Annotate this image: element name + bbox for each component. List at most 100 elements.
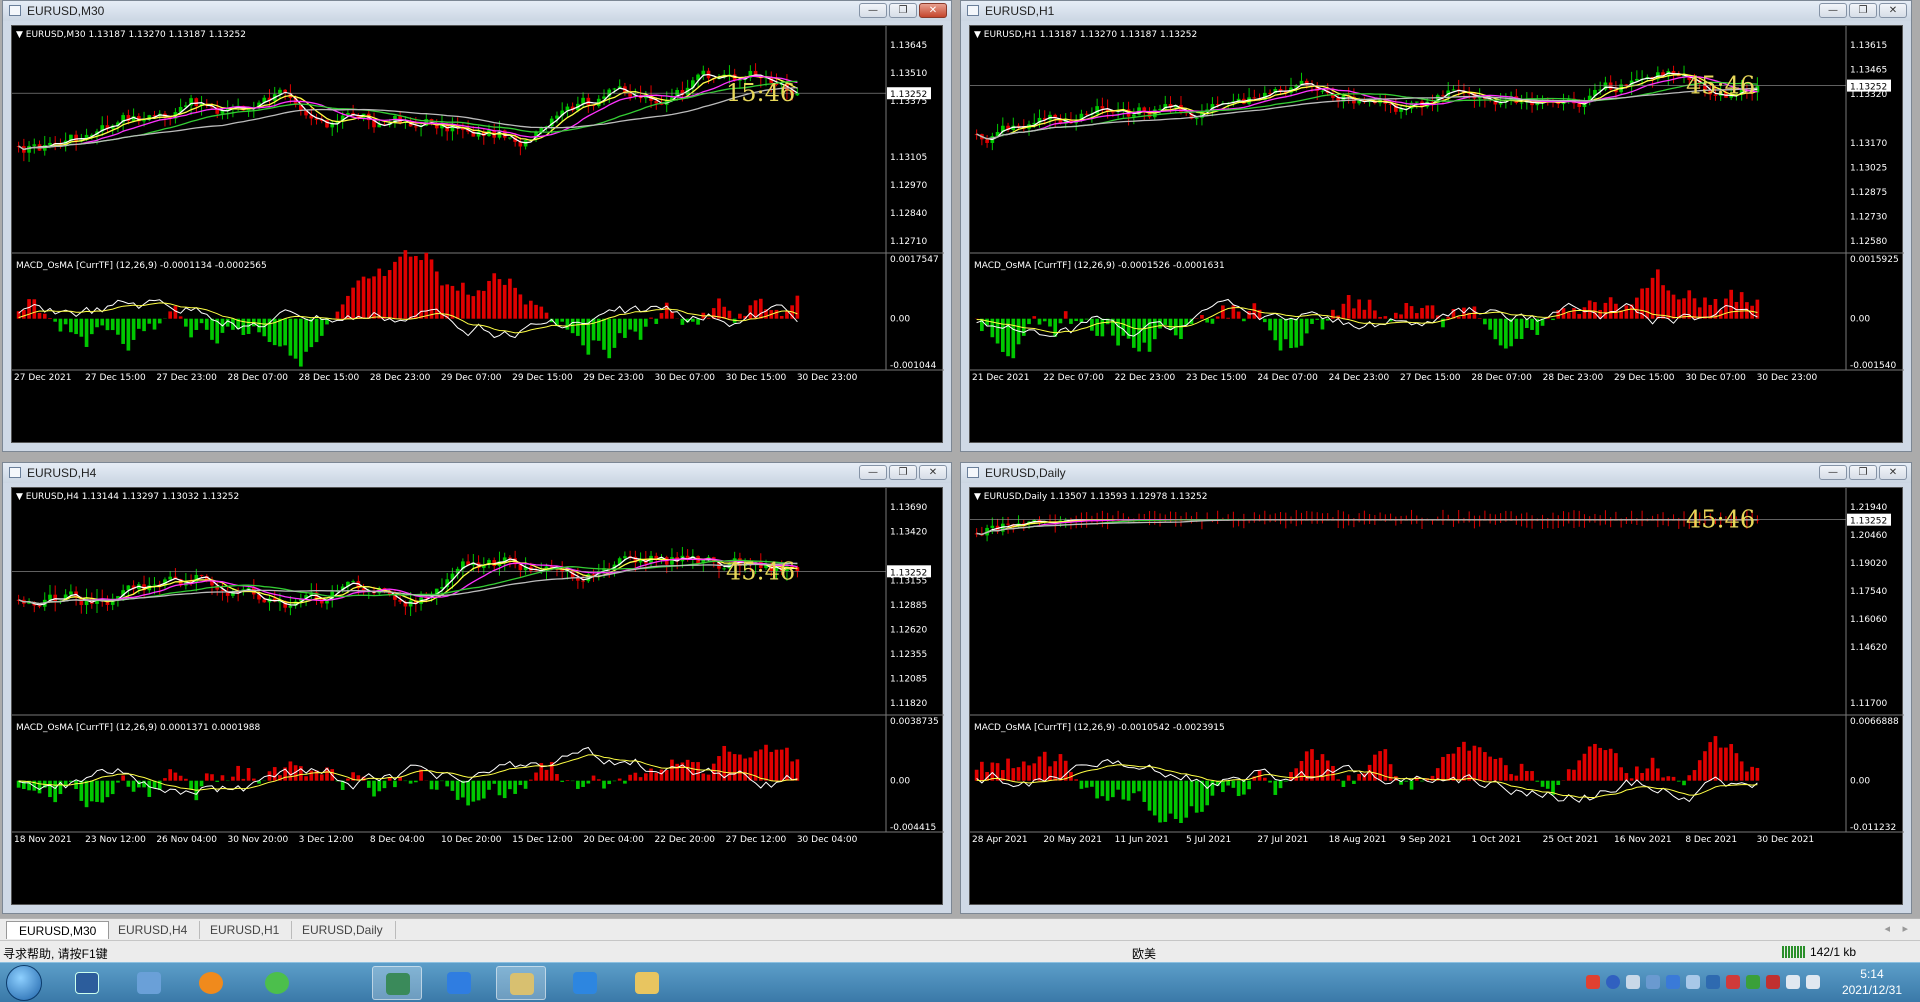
macd-histogram-bar [513,287,517,319]
close-button[interactable]: ✕ [919,465,947,480]
restore-button[interactable]: ❐ [889,465,917,480]
candle-body [623,556,627,559]
macd-histogram-bar [105,318,110,331]
macd-histogram-bar [168,769,173,781]
candle-body [1635,78,1639,81]
macd-histogram-bar [142,318,146,332]
taskbar-feishu-icon[interactable] [434,966,484,1000]
taskbar-security-icon[interactable] [560,966,610,1000]
time-axis-label: 30 Dec 2021 [1757,835,1815,845]
minimize-button[interactable]: — [859,3,887,18]
macd-histogram-bar [1069,318,1073,324]
tray-update-icon[interactable] [1746,975,1760,989]
chart-area[interactable]: ▼ EURUSD,M30 1.13187 1.13270 1.13187 1.1… [11,25,944,443]
macd-histogram-bar [1619,767,1623,781]
macd-histogram-bar [199,780,204,787]
price-tick-label: 1.12620 [890,626,927,636]
minimize-button[interactable]: — [859,465,887,480]
macd-histogram-bar [1750,766,1754,781]
chart-window-h1[interactable]: EURUSD,H1 — ❐ ✕ ▼ EURUSD,H1 1.13187 1.13… [960,0,1912,452]
taskbar-explorer-icon[interactable] [622,966,672,1000]
restore-button[interactable]: ❐ [889,3,917,18]
minimize-button[interactable]: — [1819,465,1847,480]
taskbar-clock[interactable]: 5:14 2021/12/31 [1842,966,1902,998]
macd-histogram-bar [455,780,460,800]
tab-scroll-left-icon[interactable]: ◂ [1884,922,1890,935]
tray-signal-icon[interactable] [1806,975,1820,989]
price-tick-label: 1.17540 [1850,587,1887,597]
time-axis-label: 22 Dec 23:00 [1115,373,1176,383]
price-tick-label: 1.13615 [1850,41,1887,51]
minimize-button[interactable]: — [1819,3,1847,18]
macd-histogram-bar [1734,753,1739,781]
tab-eurusd-daily[interactable]: EURUSD,Daily [290,921,396,939]
close-button[interactable]: ✕ [1879,465,1907,480]
macd-histogram-bar [1640,772,1644,781]
tab-eurusd-h1[interactable]: EURUSD,H1 [198,921,293,939]
window-titlebar[interactable]: EURUSD,Daily — ❐ ✕ [961,463,1911,483]
taskbar-desktop-icon[interactable] [62,966,112,1000]
close-button[interactable]: ✕ [1879,3,1907,18]
indicator-tick-label: 0.0017547 [890,255,939,265]
chart-window-h4[interactable]: EURUSD,H4 — ❐ ✕ ▼ EURUSD,H4 1.13144 1.13… [2,462,952,914]
macd-histogram-bar [1278,780,1283,789]
chart-area[interactable]: ▼ EURUSD,Daily 1.13507 1.13593 1.12978 1… [969,487,1904,905]
close-button[interactable]: ✕ [919,3,947,18]
restore-button[interactable]: ❐ [1849,465,1877,480]
macd-histogram-bar [565,318,570,330]
macd-histogram-bar [210,318,214,340]
macd-histogram-bar [246,768,251,781]
window-titlebar[interactable]: EURUSD,M30 — ❐ ✕ [3,1,951,21]
macd-histogram-bar [779,315,784,319]
macd-histogram-bar [335,311,340,319]
tray-app-icon[interactable] [1666,975,1680,989]
macd-histogram-bar [419,260,423,319]
tray-antivirus-icon[interactable] [1766,975,1780,989]
tray-shield-icon[interactable] [1686,975,1700,989]
macd-histogram-bar [147,318,152,324]
price-tick-label: 1.13690 [890,503,927,513]
macd-histogram-bar [481,780,486,799]
tray-volume-icon[interactable] [1786,975,1800,989]
window-titlebar[interactable]: EURUSD,H1 — ❐ ✕ [961,1,1911,21]
tab-scroll-right-icon[interactable]: ▸ [1902,922,1908,935]
macd-histogram-bar [528,779,533,781]
macd-histogram-bar [1488,756,1492,781]
window-titlebar[interactable]: EURUSD,H4 — ❐ ✕ [3,463,951,483]
tab-eurusd-m30[interactable]: EURUSD,M30 [6,921,110,939]
tray-alert-icon[interactable] [1726,975,1740,989]
chart-window-m30[interactable]: EURUSD,M30 — ❐ ✕ ▼ EURUSD,M30 1.13187 1.… [2,0,952,452]
start-button-icon[interactable] [6,965,42,1001]
taskbar-browser-icon[interactable] [186,966,236,1000]
macd-histogram-bar [1126,780,1131,801]
macd-histogram-bar [1142,318,1147,343]
macd-histogram-bar [27,299,31,319]
tray-device-icon[interactable] [1646,975,1660,989]
chart-window-daily[interactable]: EURUSD,Daily — ❐ ✕ ▼ EURUSD,Daily 1.1350… [960,462,1912,914]
tab-eurusd-h4[interactable]: EURUSD,H4 [106,921,201,939]
candle-body [142,120,146,122]
macd-histogram-bar [1021,761,1026,781]
taskbar-control-panel-icon[interactable] [124,966,174,1000]
taskbar-app-icon[interactable] [372,966,422,1000]
macd-histogram-bar [1655,269,1660,319]
tray-monitor-icon[interactable] [1706,975,1720,989]
taskbar-wechat-icon[interactable] [252,966,332,1000]
chart-area[interactable]: ▼ EURUSD,H1 1.13187 1.13270 1.13187 1.13… [969,25,1904,443]
time-axis-label: 27 Jul 2021 [1257,835,1308,845]
macd-histogram-bar [450,285,455,319]
restore-button[interactable]: ❐ [1849,3,1877,18]
candle-body [1084,113,1089,115]
tray-network-icon[interactable] [1626,975,1640,989]
macd-histogram-bar [1378,751,1382,781]
macd-histogram-bar [178,775,183,781]
tray-help-icon[interactable] [1606,975,1620,989]
price-tick-label: 1.13252 [1850,83,1887,93]
macd-histogram-bar [591,775,596,781]
candle-body [985,139,989,143]
moving-average-line [976,519,1758,536]
chart-area[interactable]: ▼ EURUSD,H4 1.13144 1.13297 1.13032 1.13… [11,487,944,905]
macd-histogram-bar [612,318,617,348]
tray-sogou-icon[interactable] [1586,975,1600,989]
taskbar-metatrader-icon[interactable] [496,966,546,1000]
